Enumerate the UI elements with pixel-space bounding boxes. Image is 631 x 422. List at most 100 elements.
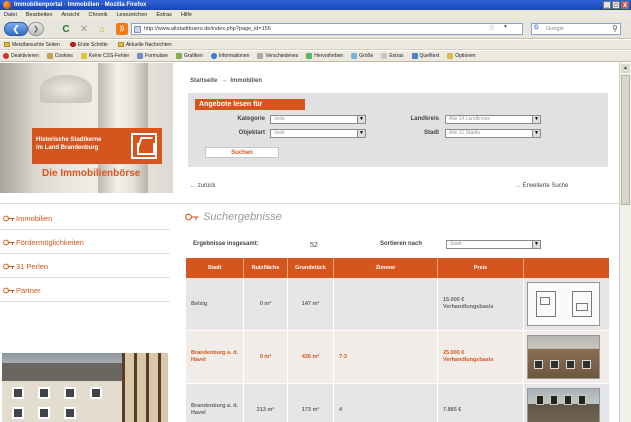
tool-deaktivieren[interactable]: Deaktivieren [3, 53, 39, 59]
stop-button[interactable]: ✕ [78, 22, 90, 36]
stadt-label: Stadt [424, 130, 439, 136]
tool-hervorheben[interactable]: Hervorheben [306, 53, 343, 59]
search-placeholder: Google [546, 26, 564, 32]
tool-formulare[interactable]: Formulare [137, 53, 168, 59]
menu-hilfe[interactable]: Hilfe [181, 12, 192, 18]
scrollbar-thumb[interactable] [621, 75, 630, 205]
sidebar-item-immobilien[interactable]: Immobilien [0, 208, 170, 230]
results-count-label: Ergebnisse insgesamt: [193, 241, 259, 247]
kategorie-select[interactable]: Jede ▼ [270, 115, 366, 124]
cell-image [524, 384, 609, 422]
home-icon: ⌂ [99, 24, 105, 34]
column-header-image [524, 258, 609, 278]
tool-extras[interactable]: Extras [381, 53, 404, 59]
stop-icon: ✕ [79, 23, 89, 35]
maximize-button[interactable]: □ [612, 1, 620, 9]
cell-zimmer: 4 [334, 384, 438, 422]
minimize-button[interactable]: _ [603, 1, 611, 9]
sidebar-item-partner[interactable]: Partner [0, 280, 170, 302]
firefox-bookmark-icon [69, 42, 76, 47]
tool-quelltext[interactable]: Quelltext [411, 53, 439, 59]
menu-bearbeiten[interactable]: Bearbeiten [26, 12, 53, 18]
sort-select[interactable]: Stadt ▼ [446, 240, 541, 249]
breadcrumb-current: Immobilien [230, 77, 263, 84]
image-icon [175, 53, 182, 59]
back-button[interactable]: ❮ [4, 22, 28, 36]
search-submit-button[interactable]: Suchen [205, 147, 279, 158]
column-header-grundstueck[interactable]: Grundstück [288, 258, 334, 278]
cell-grundstueck: 173 m² [288, 384, 334, 422]
form-icon [137, 53, 144, 59]
key-icon [3, 215, 15, 222]
scroll-up-icon[interactable]: ▲ [621, 64, 630, 73]
window-controls: _ □ X [603, 1, 629, 9]
home-button[interactable]: ⌂ [96, 22, 108, 36]
landkreis-select[interactable]: Alle 14 Landkreise ▼ [445, 115, 541, 124]
dropdown-arrow-icon: ▼ [532, 116, 540, 123]
cell-zimmer: 7-3 [334, 331, 438, 383]
column-header-stadt[interactable]: Stadt [186, 258, 244, 278]
bookmark-nachrichten[interactable]: Aktuelle Nachrichten [117, 42, 172, 48]
tool-optionen[interactable]: Optionen [447, 53, 476, 59]
close-button[interactable]: X [621, 1, 629, 9]
table-row[interactable]: Brandenburg a. d. Havel 213 m² 173 m² 4 … [186, 384, 609, 422]
tool-groesse[interactable]: Größe [351, 53, 373, 59]
bookmark-meistbesucht[interactable]: Meistbesuchte Seiten [4, 42, 60, 48]
menu-chronik[interactable]: Chronik [89, 12, 108, 18]
options-icon [447, 53, 454, 59]
breadcrumb-home[interactable]: Startseite [190, 78, 217, 84]
search-icon[interactable]: ⚲ [612, 24, 618, 33]
tool-informationen[interactable]: Informationen [210, 53, 249, 59]
sidebar-item-foerdermoeglichkeiten[interactable]: Fördermöglichkeiten [0, 232, 170, 254]
house-photo-thumbnail[interactable] [527, 335, 600, 379]
cell-grundstueck: 426 m² [288, 331, 334, 383]
site-badge-text: Historische Stadtkerne im Land Brandenbu… [36, 137, 102, 151]
menu-lesezeichen[interactable]: Lesezeichen [116, 12, 147, 18]
cell-preis: 15.000 € Verhandlungsbasis [438, 278, 524, 330]
sort-label: Sortieren nach [380, 241, 423, 247]
dropdown-arrow-icon: ▼ [357, 130, 365, 137]
cookie-icon [46, 53, 53, 59]
forward-button[interactable]: ❯ [28, 22, 44, 36]
url-bar[interactable]: http://www.altstadtbuero.de/index.php?pa… [131, 23, 523, 35]
tool-verschiedenes[interactable]: Verschiedenes [257, 53, 298, 59]
key-icon [3, 263, 15, 270]
rss-feed-icon [117, 42, 124, 47]
tool-cookies[interactable]: Cookies [46, 53, 73, 59]
floor-plan-thumbnail[interactable] [527, 282, 600, 326]
table-row[interactable]: Belzig 0 m² 147 m² 15.000 € Verhandlungs… [186, 278, 609, 330]
site-badge[interactable]: Historische Stadtkerne im Land Brandenbu… [32, 128, 162, 164]
building-photo-thumbnail[interactable] [527, 388, 600, 422]
cell-grundstueck: 147 m² [288, 278, 334, 330]
advanced-search-link[interactable]: → Erweiterte Suche [515, 183, 568, 189]
table-row[interactable]: Brandenburg a. d. Havel 0 m² 426 m² 7-3 … [186, 331, 609, 383]
key-icon [3, 287, 15, 294]
menu-datei[interactable]: Datei [4, 12, 17, 18]
column-header-nutzflaeche[interactable]: Nutzfläche [244, 258, 288, 278]
stadt-select[interactable]: Alle 31 Städte ▼ [445, 129, 541, 138]
url-dropdown-icon[interactable]: ▼ [503, 24, 508, 30]
dropdown-arrow-icon: ▼ [532, 130, 540, 137]
column-header-preis[interactable]: Preis [438, 258, 524, 278]
search-box[interactable]: G Google ⚲ [531, 23, 621, 35]
cell-nutzflaeche: 0 m² [244, 331, 288, 383]
vertical-scrollbar[interactable]: ▲ [619, 63, 631, 422]
rss-button[interactable]: )) [116, 23, 128, 35]
column-header-zimmer[interactable]: Zimmer [334, 258, 438, 278]
back-link[interactable]: ← zurück [190, 183, 215, 189]
reload-button[interactable]: C [60, 22, 72, 36]
bookmarks-bar: Meistbesuchte Seiten Erste Schritte Aktu… [0, 40, 631, 50]
menu-extras[interactable]: Extras [156, 12, 172, 18]
sidebar-item-31-perlen[interactable]: 31 Perlen [0, 256, 170, 278]
tool-css[interactable]: Keine CSS-Fehler [80, 53, 129, 59]
navigation-toolbar: ❮ ❯ C ✕ ⌂ )) http://www.altstadtbuero.de… [0, 19, 631, 39]
cell-preis: 25.000 € Verhandlungsbasis [438, 331, 524, 383]
tool-grafiken[interactable]: Grafiken [175, 53, 203, 59]
breadcrumb: Startseite → Immobilien [190, 77, 262, 84]
bookmark-star-icon[interactable]: ☆ [488, 23, 495, 32]
bookmark-erste-schritte[interactable]: Erste Schritte [69, 42, 108, 48]
menu-ansicht[interactable]: Ansicht [61, 12, 79, 18]
window-titlebar: Immobilienportal · Immobilien · Mozilla … [0, 0, 631, 10]
kategorie-label: Kategorie [237, 116, 265, 122]
objektart-select[interactable]: Jede ▼ [270, 129, 366, 138]
